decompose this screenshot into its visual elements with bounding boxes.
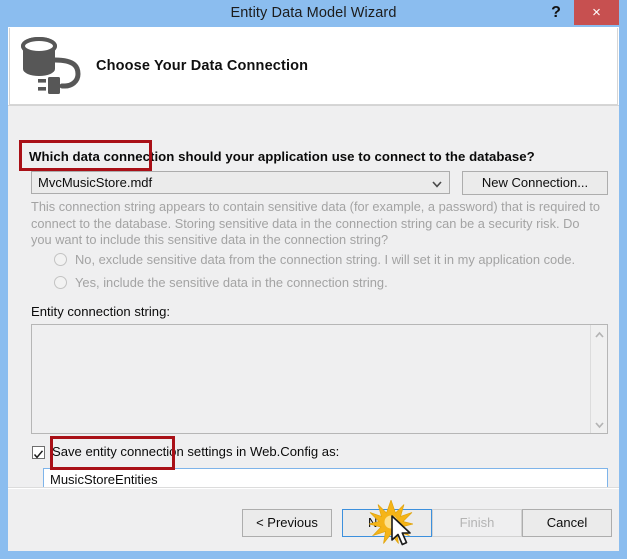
entity-connection-string-textarea[interactable] xyxy=(31,324,608,434)
question-label: Which data connection should your applic… xyxy=(29,149,535,164)
radio-exclude-label: No, exclude sensitive data from the conn… xyxy=(75,252,576,267)
radio-include-label: Yes, include the sensitive data in the c… xyxy=(75,275,388,290)
chevron-up-icon[interactable] xyxy=(593,328,606,340)
page-title: Choose Your Data Connection xyxy=(96,58,309,74)
checkbox-box-icon xyxy=(32,446,45,459)
next-button[interactable]: Next > xyxy=(342,509,432,537)
entity-name-value: MusicStoreEntities xyxy=(50,472,158,487)
chevron-down-icon[interactable] xyxy=(593,418,606,430)
footer-separator xyxy=(8,488,619,489)
close-button[interactable]: × xyxy=(574,0,619,25)
radio-circle-icon xyxy=(54,253,67,266)
chevron-down-icon xyxy=(431,177,443,189)
title-bar: Entity Data Model Wizard ? × xyxy=(0,0,627,27)
help-button[interactable]: ? xyxy=(543,0,569,25)
wizard-header-inner: Choose Your Data Connection xyxy=(9,28,618,105)
window-title: Entity Data Model Wizard xyxy=(230,5,397,21)
dialog-body: Choose Your Data Connection Which data c… xyxy=(8,27,619,551)
finish-button: Finish xyxy=(432,509,522,537)
entity-data-model-wizard-window: Entity Data Model Wizard ? × Choose Your… xyxy=(0,0,627,559)
wizard-content: Which data connection should your applic… xyxy=(8,106,619,492)
data-connection-combobox[interactable]: MvcMusicStore.mdf xyxy=(31,171,450,194)
previous-button[interactable]: < Previous xyxy=(242,509,332,537)
database-connection-icon xyxy=(18,32,86,94)
data-connection-value: MvcMusicStore.mdf xyxy=(38,175,153,190)
save-connection-settings-label: Save entity connection settings in Web.C… xyxy=(52,444,340,459)
wizard-header: Choose Your Data Connection xyxy=(8,27,619,106)
entity-connection-string-label: Entity connection string: xyxy=(31,304,171,319)
textarea-scrollbar[interactable] xyxy=(590,325,607,433)
radio-circle-icon xyxy=(54,276,67,289)
new-connection-button[interactable]: New Connection... xyxy=(462,171,608,195)
sensitive-data-note: This connection string appears to contai… xyxy=(31,199,601,247)
cancel-button[interactable]: Cancel xyxy=(522,509,612,537)
dialog-footer: < Previous Next > Finish Cancel xyxy=(8,487,619,551)
